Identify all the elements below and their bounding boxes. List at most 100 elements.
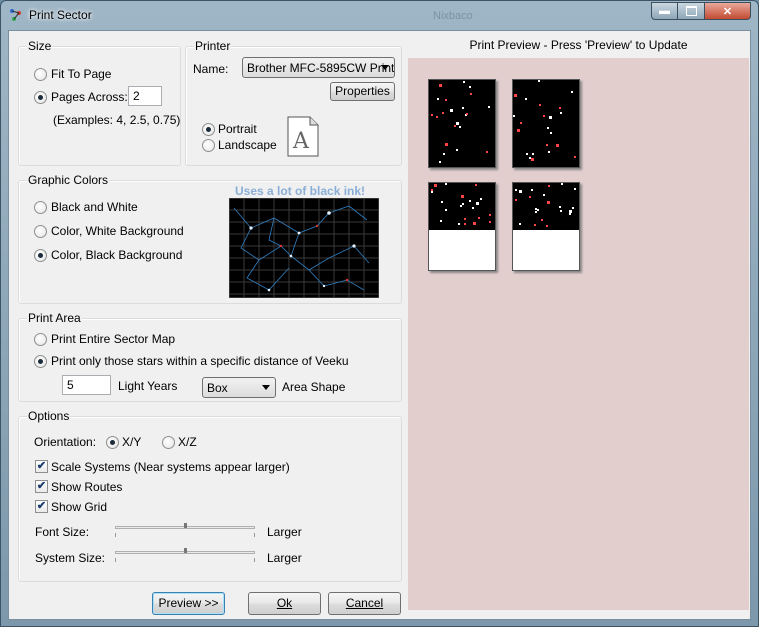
portrait-radio[interactable] [202, 123, 215, 136]
size-group-label: Size [27, 39, 53, 53]
preview-star [572, 207, 574, 209]
ok-button[interactable]: Ok [248, 592, 321, 615]
close-button[interactable]: ✕ [705, 2, 751, 20]
preview-star [556, 144, 559, 147]
landscape-radio[interactable] [202, 139, 215, 152]
print-area-group-label: Print Area [27, 311, 82, 325]
pages-across-input[interactable]: 2 [128, 86, 162, 106]
system-size-max-label: Larger [267, 551, 302, 565]
preview-star [547, 127, 549, 129]
options-group: Options Orientation: X/Y X/Z ✔ Scale Sys… [18, 410, 402, 582]
options-group-label: Options [27, 409, 71, 423]
landscape-label[interactable]: Landscape [218, 138, 277, 152]
preview-page-4-map [513, 183, 579, 230]
preview-page-1-map [429, 80, 495, 167]
preview-page-3 [428, 182, 496, 271]
preview-star [488, 106, 490, 108]
scale-systems-checkbox[interactable]: ✔ [35, 460, 48, 473]
preview-star [459, 126, 461, 128]
app-star-icon [10, 9, 21, 21]
minimize-button[interactable]: ▬ [651, 2, 678, 20]
area-shape-value: Box [207, 381, 228, 395]
printer-name-select[interactable]: Brother MFC-5895CW Print [242, 57, 395, 78]
fit-to-page-radio[interactable] [34, 68, 47, 81]
preview-star [478, 217, 480, 219]
area-shape-select[interactable]: Box [202, 377, 276, 398]
font-size-slider-ticks [115, 533, 255, 537]
show-grid-checkbox[interactable]: ✔ [35, 500, 48, 513]
distance-input[interactable]: 5 [62, 375, 111, 395]
preview-star [436, 116, 438, 118]
graphic-colors-group-label: Graphic Colors [27, 173, 110, 187]
show-routes-label[interactable]: Show Routes [51, 480, 122, 494]
preview-button[interactable]: Preview >> [152, 592, 225, 615]
scale-systems-label[interactable]: Scale Systems (Near systems appear large… [51, 460, 290, 474]
printer-name-value: Brother MFC-5895CW Print [247, 61, 395, 75]
preview-star [531, 158, 534, 161]
print-within-distance-radio[interactable] [34, 355, 47, 368]
star-map-thumbnail [229, 198, 379, 298]
cancel-button[interactable]: Cancel [328, 592, 401, 615]
minimize-icon: ▬ [659, 5, 670, 17]
preview-star [472, 207, 474, 209]
preview-star [458, 223, 460, 225]
window-title: Print Sector [29, 8, 92, 22]
preview-page-3-map [429, 183, 495, 230]
black-and-white-label[interactable]: Black and White [51, 200, 138, 214]
pages-across-radio[interactable] [34, 91, 47, 104]
system-size-slider-thumb[interactable] [184, 548, 187, 553]
color-white-bg-radio[interactable] [34, 225, 47, 238]
pages-across-label[interactable]: Pages Across: [51, 90, 128, 104]
preview-star [440, 220, 442, 222]
preview-star [535, 211, 537, 213]
show-grid-label[interactable]: Show Grid [51, 500, 107, 514]
fit-to-page-label[interactable]: Fit To Page [51, 67, 111, 81]
orientation-xz-label[interactable]: X/Z [178, 435, 197, 449]
color-white-bg-label[interactable]: Color, White Background [51, 224, 184, 238]
distance-unit-label: Light Years [118, 379, 178, 393]
preview-star [461, 195, 464, 198]
dialog-client: Size Fit To Page Pages Across: 2 (Exampl… [8, 30, 751, 620]
print-area-group: Print Area Print Entire Sector Map Print… [18, 312, 402, 402]
print-entire-map-label[interactable]: Print Entire Sector Map [51, 332, 175, 346]
preview-star [441, 201, 443, 203]
preview-page-2 [512, 79, 580, 168]
preview-star [454, 125, 456, 127]
color-black-bg-radio[interactable] [34, 249, 47, 262]
preview-star [543, 194, 545, 196]
preview-star [539, 104, 541, 106]
pages-across-examples: (Examples: 4, 2.5, 0.75) [53, 113, 181, 127]
print-within-distance-label[interactable]: Print only those stars within a specific… [51, 354, 349, 368]
orientation-xz-radio[interactable] [162, 436, 175, 449]
preview-star [538, 80, 540, 82]
print-entire-map-radio[interactable] [34, 333, 47, 346]
system-size-label: System Size: [35, 551, 106, 565]
preview-star [574, 188, 576, 190]
printer-name-label: Name: [193, 62, 229, 76]
preview-star [462, 107, 464, 109]
preview-star [529, 157, 531, 159]
preview-star [456, 122, 459, 125]
font-size-slider-thumb[interactable] [184, 523, 187, 528]
portrait-label[interactable]: Portrait [218, 122, 257, 136]
maximize-icon [685, 6, 697, 16]
preview-star [515, 199, 517, 201]
preview-star [460, 205, 462, 207]
font-size-label: Font Size: [35, 525, 90, 539]
show-routes-checkbox[interactable]: ✔ [35, 480, 48, 493]
black-and-white-radio[interactable] [34, 201, 47, 214]
system-size-slider-ticks [115, 558, 255, 562]
orientation-xy-label[interactable]: X/Y [122, 435, 141, 449]
properties-button[interactable]: Properties [330, 82, 395, 101]
preview-star [480, 198, 482, 200]
color-black-bg-label[interactable]: Color, Black Background [51, 248, 182, 262]
preview-star [537, 209, 539, 211]
orientation-xy-radio[interactable] [106, 436, 119, 449]
preview-star [489, 221, 491, 223]
title-bar[interactable]: Print Sector Nixbaco ▬ ✕ [1, 1, 758, 30]
preview-star [443, 153, 445, 155]
maximize-button[interactable] [678, 2, 705, 20]
preview-star [559, 107, 561, 109]
preview-star [439, 84, 442, 87]
preview-star [466, 113, 468, 115]
